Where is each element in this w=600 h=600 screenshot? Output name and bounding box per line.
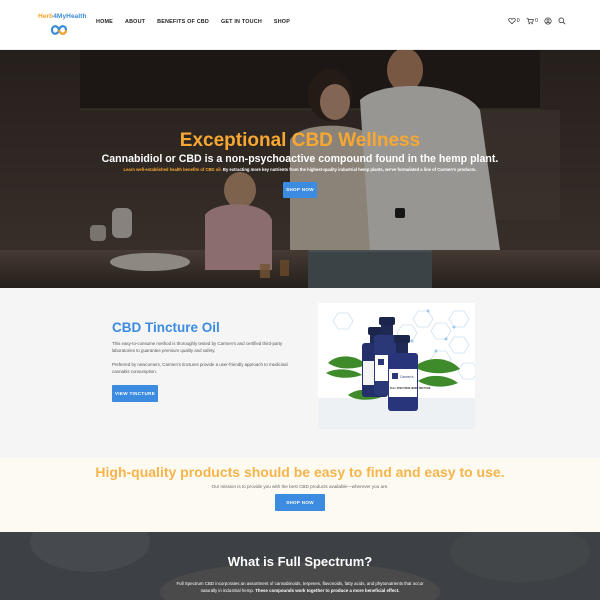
bottle-label-text: FULL SPECTRUM HEMP TINCTURE: [390, 387, 431, 390]
user-icon: [544, 17, 552, 25]
hero-description: Learn well-established health benefits o…: [123, 167, 477, 172]
logo-text: Herb4MyHealth: [38, 13, 87, 20]
nav-shop[interactable]: SHOP: [274, 19, 290, 25]
nav-about[interactable]: ABOUT: [125, 19, 145, 25]
tincture-product-image: Carmen's FULL SPECTRUM HEMP TINCTURE: [318, 303, 475, 429]
hero-section: Exceptional CBD Wellness Cannabidiol or …: [0, 50, 600, 288]
heart-icon: [507, 17, 516, 25]
tincture-paragraph-1: This easy-to-consume method is thoroughl…: [112, 341, 283, 353]
logo[interactable]: Herb4MyHealth: [36, 10, 87, 38]
nav-benefits[interactable]: BENEFITS OF CBD: [157, 19, 209, 25]
tincture-bottles-illustration: Carmen's FULL SPECTRUM HEMP TINCTURE: [318, 309, 475, 429]
tincture-title: CBD Tincture Oil: [112, 320, 220, 335]
mission-title: High-quality products should be easy to …: [95, 464, 505, 480]
tincture-paragraph-2: Preferred by newcomers, Carmen's tinctur…: [112, 362, 288, 374]
infinity-logo-icon: [50, 25, 68, 35]
mission-subtitle: Our mission is to provide you with the b…: [211, 484, 389, 489]
account-button[interactable]: [544, 17, 552, 25]
hero-title: Exceptional CBD Wellness: [179, 130, 421, 151]
wishlist-button[interactable]: 0: [507, 17, 520, 25]
main-nav: HOME ABOUT BENEFITS OF CBD GET IN TOUCH …: [96, 19, 302, 25]
mission-section: High-quality products should be easy to …: [0, 458, 600, 532]
full-spectrum-section: What is Full Spectrum? Full Spectrum CBD…: [0, 532, 600, 600]
mission-shop-now-button[interactable]: SHOP NOW: [275, 494, 325, 511]
search-icon: [558, 17, 566, 25]
full-spectrum-paragraph: Full Spectrum CBD incorporates an assort…: [176, 581, 424, 593]
bottle-brand-text: Carmen's: [400, 375, 414, 379]
hero-subtitle: Cannabidiol or CBD is a non-psychoactive…: [101, 153, 499, 165]
site-header: Herb4MyHealth HOME ABOUT BENEFITS OF CBD…: [0, 0, 600, 50]
cart-count: 0: [534, 18, 538, 24]
cart-icon: [526, 17, 534, 25]
cart-button[interactable]: 0: [526, 17, 538, 25]
hero-shop-now-button[interactable]: SHOP NOW: [283, 182, 317, 198]
search-button[interactable]: [558, 17, 566, 25]
nav-get-in-touch[interactable]: GET IN TOUCH: [221, 19, 262, 25]
view-tincture-button[interactable]: VIEW TINCTURE: [112, 385, 158, 402]
full-spectrum-title: What is Full Spectrum?: [227, 554, 373, 569]
header-icons: 0 0: [507, 17, 566, 25]
nav-home[interactable]: HOME: [96, 19, 113, 25]
tincture-section: CBD Tincture Oil This easy-to-consume me…: [0, 288, 600, 458]
wishlist-count: 0: [516, 18, 520, 24]
